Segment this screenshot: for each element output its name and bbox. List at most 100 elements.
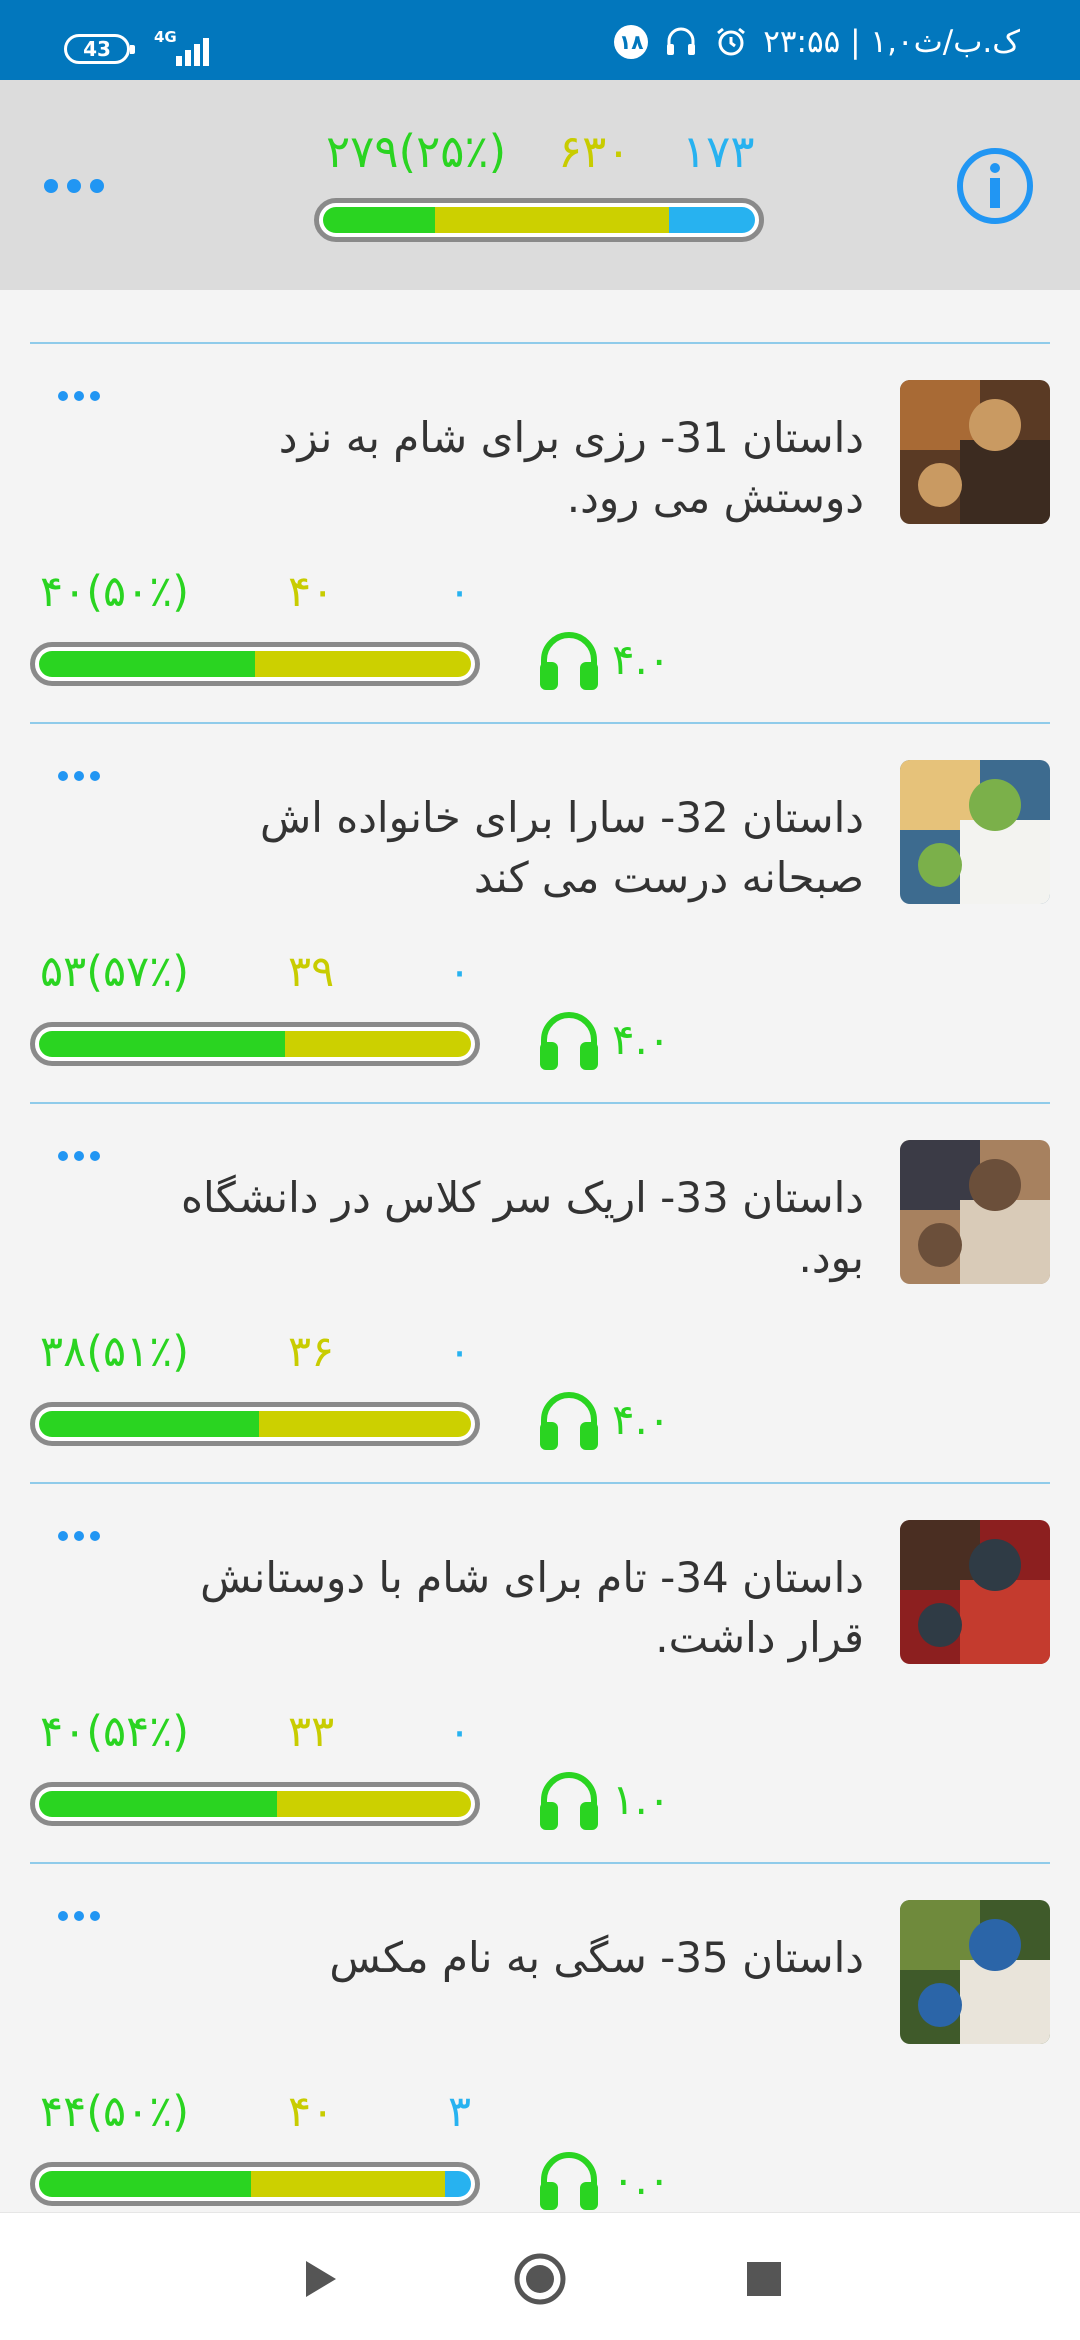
story-progress-bar [30,1022,480,1066]
story-rating: ۴.۰ [612,1395,671,1444]
divider [30,722,1050,724]
progress-known [39,2171,251,2197]
story-thumbnail [900,1140,1050,1284]
more-dots-icon [58,1904,108,1928]
progress-learning [250,2171,446,2197]
headset-icon [663,24,699,60]
overall-progress-bar [314,198,764,242]
progress-new [445,2171,471,2197]
battery-icon: 43 [64,34,135,64]
story-thumbnail [900,1520,1050,1664]
progress-new [668,207,755,233]
new-count: ۰ [448,1327,472,1377]
status-bar: 43 4G ۱۸ ۲۳:۵۵ | ۱,۰ک.ب/ث [0,0,1080,80]
notification-count-badge: ۱۸ [613,24,649,60]
story-item[interactable]: داستان 31- رزی برای شام به نزد دوستش می … [0,342,1080,722]
progress-learning [285,1031,471,1057]
story-item[interactable]: داستان 34- تام برای شام با دوستانش قرار … [0,1482,1080,1862]
divider [30,1862,1050,1864]
story-thumbnail [900,1900,1050,2044]
headphones-icon[interactable] [536,1768,602,1834]
story-item[interactable]: داستان 35- سگی به نام مکس ۴۴(۵۰٪) ۴۰ ۳ ۰… [0,1862,1080,2242]
info-button[interactable] [955,146,1035,226]
story-item[interactable]: داستان 33- اریک سر کلاس در دانشگاه بود. … [0,1102,1080,1482]
divider [30,1102,1050,1104]
progress-learning [276,1791,471,1817]
new-count: ۰ [448,1707,472,1757]
story-rating: ۴.۰ [612,1015,671,1064]
headphones-icon[interactable] [536,628,602,694]
story-title[interactable]: داستان 32- سارا برای خانواده اش صبحانه د… [144,788,864,908]
recents-button[interactable] [734,2249,794,2309]
new-count: ۰ [448,947,472,997]
home-icon [514,2253,566,2305]
alarm-icon [713,24,749,60]
learning-count: ۶۳۰ [558,125,631,178]
learning-count: ۳۹ [288,947,335,997]
app-header [0,80,1080,290]
divider [30,342,1050,344]
story-rating: ۰.۰ [612,2155,671,2204]
new-count: ۰ [448,567,472,617]
story-more-button[interactable] [58,764,108,788]
story-more-button[interactable] [58,1904,108,1928]
story-progress-bar [30,1782,480,1826]
learning-count: ۳۳ [288,1707,335,1757]
more-dots-icon [58,1524,108,1548]
known-count: ۴۰(۵۰٪) [40,567,190,617]
story-title[interactable]: داستان 34- تام برای شام با دوستانش قرار … [144,1548,864,1668]
recents-icon [747,2262,781,2296]
new-count: ۱۷۳ [682,125,755,178]
progress-learning [435,207,669,233]
home-button[interactable] [510,2249,570,2309]
known-count: ۴۴(۵۰٪) [40,2087,190,2137]
known-count: ۵۳(۵۷٪) [40,947,190,997]
story-title[interactable]: داستان 31- رزی برای شام به نزد دوستش می … [144,408,864,528]
navigation-bar [0,2212,1080,2340]
known-count: ۳۸(۵۱٪) [40,1327,190,1377]
new-count: ۳ [448,2087,472,2137]
progress-learning [255,651,471,677]
progress-known [323,207,436,233]
story-progress-bar [30,2162,480,2206]
progress-known [39,1791,277,1817]
known-count: ۴۰(۵۴٪) [40,1707,190,1757]
headphones-icon[interactable] [536,2148,602,2214]
story-more-button[interactable] [58,1524,108,1548]
signal-icon: 4G [154,28,214,68]
known-count: ۲۷۹(۲۵٪) [326,125,507,178]
more-dots-icon [44,166,124,206]
status-time: ۲۳:۵۵ | ۱,۰ک.ب/ث [763,24,1020,60]
headphones-icon[interactable] [536,1388,602,1454]
story-more-button[interactable] [58,384,108,408]
story-title[interactable]: داستان 35- سگی به نام مکس [144,1928,864,1988]
learning-count: ۳۶ [288,1327,335,1377]
info-icon [957,148,1033,224]
divider [30,1482,1050,1484]
story-progress-bar [30,642,480,686]
story-rating: ۱.۰ [612,1775,671,1824]
headphones-icon[interactable] [536,1008,602,1074]
story-title[interactable]: داستان 33- اریک سر کلاس در دانشگاه بود. [144,1168,864,1288]
learning-count: ۴۰ [288,2087,335,2137]
story-thumbnail [900,380,1050,524]
more-dots-icon [58,384,108,408]
status-right: ۱۸ ۲۳:۵۵ | ۱,۰ک.ب/ث [613,22,1020,62]
more-options-button[interactable] [44,166,124,206]
network-type: 4G [154,28,177,46]
story-rating: ۴.۰ [612,635,671,684]
more-dots-icon [58,764,108,788]
learning-count: ۴۰ [288,567,335,617]
header-counts: ۲۷۹(۲۵٪) ۶۳۰ ۱۷۳ [310,122,780,182]
story-item[interactable]: داستان 32- سارا برای خانواده اش صبحانه د… [0,722,1080,1102]
story-more-button[interactable] [58,1144,108,1168]
progress-known [39,1411,260,1437]
back-icon [306,2261,336,2297]
story-progress-bar [30,1402,480,1446]
progress-known [39,1031,286,1057]
more-dots-icon [58,1144,108,1168]
progress-known [39,651,255,677]
story-thumbnail [900,760,1050,904]
progress-learning [259,1411,471,1437]
back-button[interactable] [290,2249,350,2309]
